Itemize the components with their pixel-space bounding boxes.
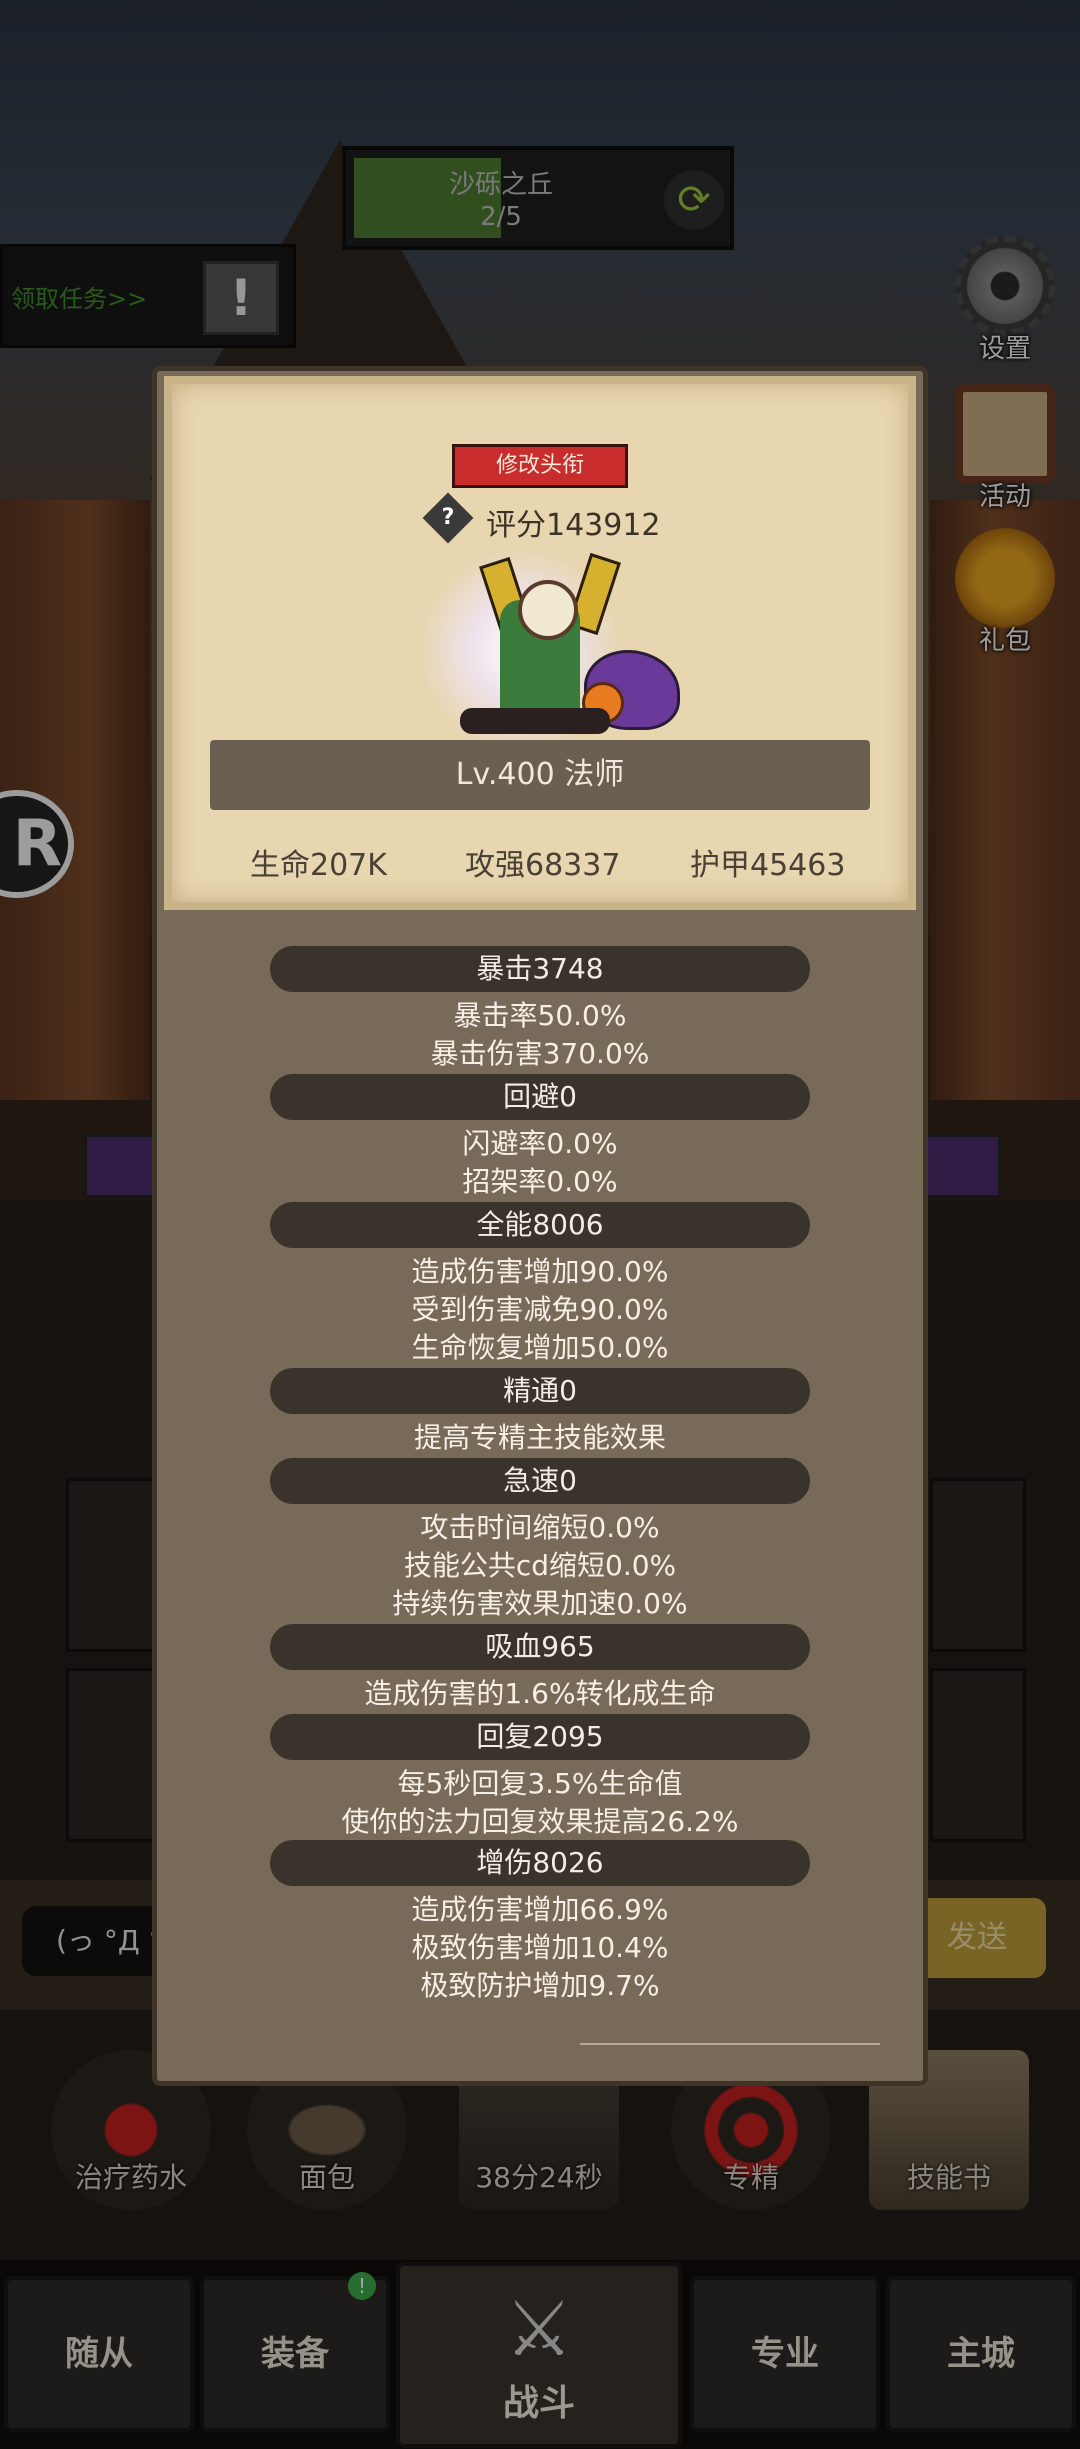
section-lifesteal: 吸血965: [270, 1624, 810, 1670]
section-crit: 暴击3748: [270, 946, 810, 992]
stat-line: 攻击时间缩短0.0%: [420, 1511, 660, 1544]
help-icon[interactable]: ?: [422, 492, 474, 544]
stat-line: 招架率0.0%: [462, 1165, 618, 1198]
stat-line: 造成伤害增加90.0%: [411, 1255, 669, 1288]
section-avoidance: 回避0: [270, 1074, 810, 1120]
stat-line: 造成伤害的1.6%转化成生命: [364, 1677, 716, 1710]
stat-line: 使你的法力回复效果提高26.2%: [341, 1805, 739, 1838]
stat-hp: 生命207K: [250, 848, 387, 883]
section-damage-increase: 增伤8026: [270, 1840, 810, 1886]
panel-divider: [580, 2043, 880, 2045]
score-text: 评分143912: [486, 508, 661, 543]
section-recovery: 回复2095: [270, 1714, 810, 1760]
stat-line: 极致伤害增加10.4%: [411, 1931, 669, 1964]
stat-line: 极致防护增加9.7%: [420, 1969, 660, 2002]
stat-line: 闪避率0.0%: [462, 1127, 618, 1160]
help-icon-glyph: ?: [441, 505, 455, 530]
stat-line: 暴击伤害370.0%: [430, 1037, 650, 1070]
section-versatility: 全能8006: [270, 1202, 810, 1248]
stat-attack: 攻强68337: [465, 848, 621, 883]
level-class-bar: Lv.400 法师: [210, 740, 870, 810]
section-mastery: 精通0: [270, 1368, 810, 1414]
stat-line: 受到伤害减免90.0%: [411, 1293, 669, 1326]
hero-shadow: [460, 708, 610, 734]
hero-head: [518, 580, 578, 640]
stat-line: 造成伤害增加66.9%: [411, 1893, 669, 1926]
stat-line: 暴击率50.0%: [453, 999, 627, 1032]
stat-line: 每5秒回复3.5%生命值: [397, 1767, 683, 1800]
section-haste: 急速0: [270, 1458, 810, 1504]
stat-line: 提高专精主技能效果: [413, 1421, 666, 1454]
stat-line: 技能公共cd缩短0.0%: [403, 1549, 677, 1582]
stat-line: 持续伤害效果加速0.0%: [392, 1587, 688, 1620]
change-title-button[interactable]: 修改头衔: [452, 444, 628, 488]
stat-armor: 护甲45463: [690, 848, 846, 883]
stat-line: 生命恢复增加50.0%: [411, 1331, 669, 1364]
